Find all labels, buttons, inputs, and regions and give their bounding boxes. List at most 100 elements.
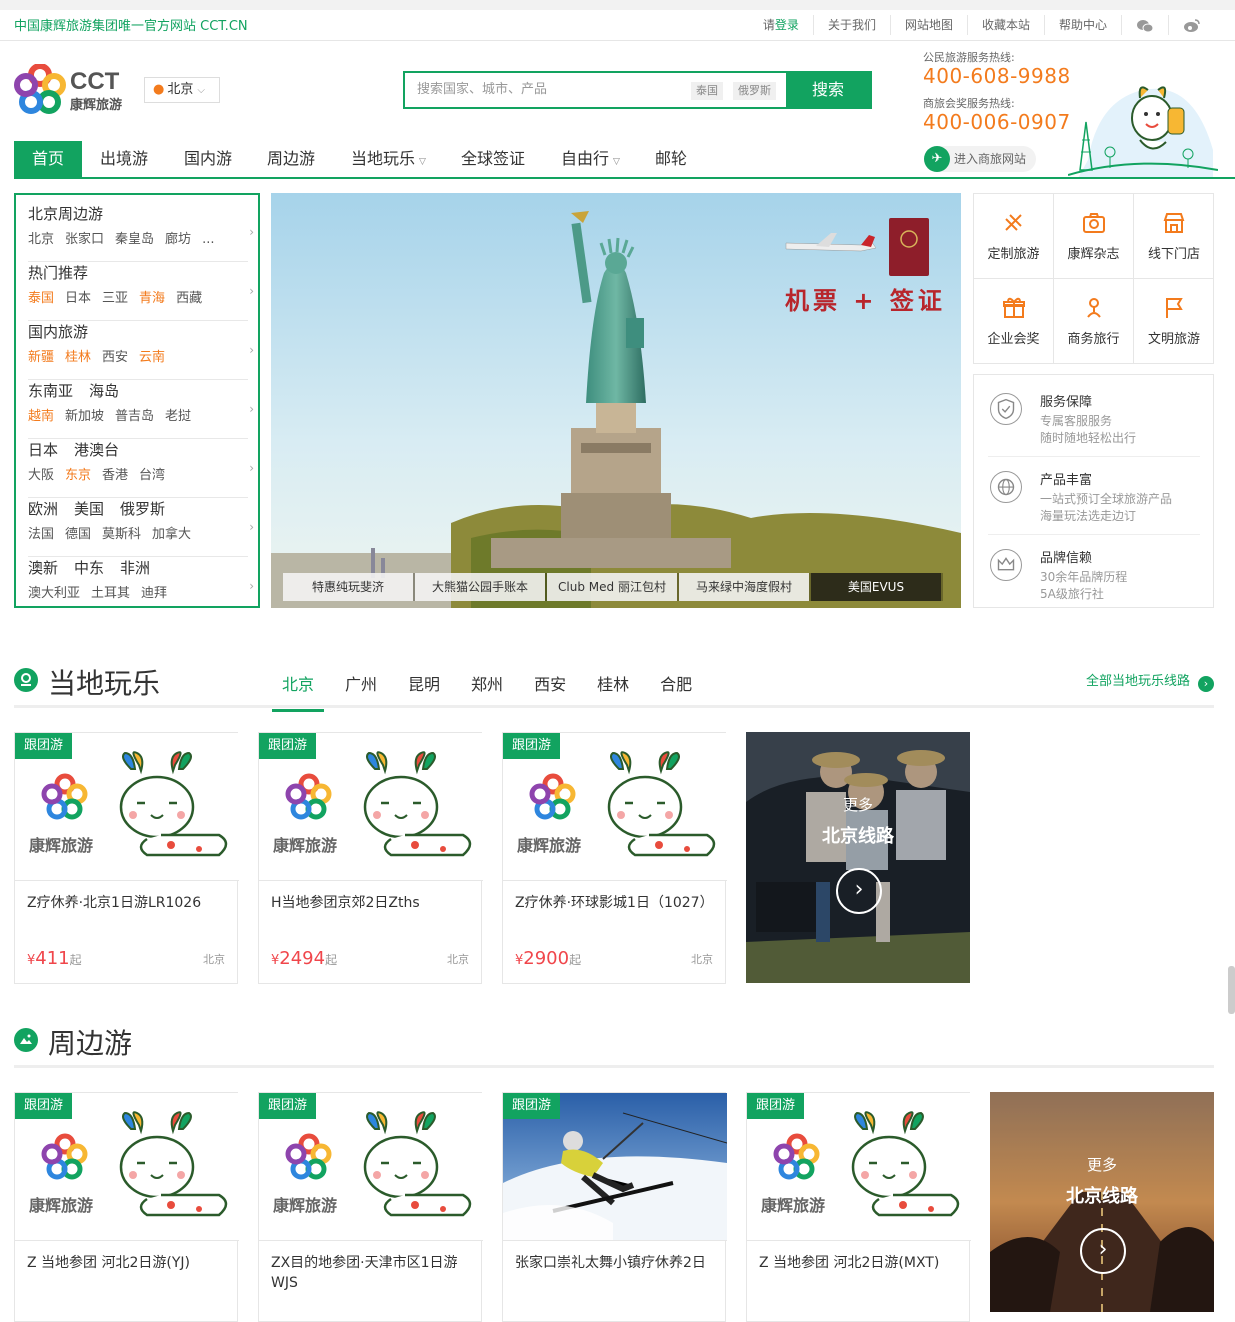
- product-name[interactable]: H当地参团京郊2日Zths: [259, 881, 481, 935]
- product-name[interactable]: Z疗休养·环球影城1日（1027）: [503, 881, 725, 935]
- product-card[interactable]: 康辉旅游 跟团游 Z疗休养·北京1日游LR1026 ¥411起 北京: [14, 732, 239, 984]
- product-card[interactable]: 跟团游 张家口崇礼太舞小镇疗休养2日: [502, 1092, 727, 1322]
- category-subitem[interactable]: 秦皇岛: [115, 232, 154, 247]
- banner-tab-active[interactable]: 美国EVUS: [811, 573, 941, 601]
- product-name[interactable]: 张家口崇礼太舞小镇疗休养2日: [503, 1241, 725, 1295]
- city-selector[interactable]: ● 北京 ⌵: [144, 77, 220, 103]
- chevron-right-icon[interactable]: ›: [1080, 1228, 1126, 1274]
- category-subitem[interactable]: 三亚: [102, 291, 128, 306]
- product-image[interactable]: 康辉旅游 跟团游: [15, 1093, 239, 1241]
- nav-domestic[interactable]: 国内游: [184, 141, 232, 177]
- category-subitem[interactable]: 西安: [102, 350, 128, 365]
- category-subitem[interactable]: 加拿大: [152, 527, 191, 542]
- product-name[interactable]: Z 当地参团 河北2日游(MXT): [747, 1241, 969, 1295]
- site-logo[interactable]: CCT 康辉旅游: [14, 63, 126, 116]
- category-subitem[interactable]: 廊坊: [165, 232, 191, 247]
- category-subitem[interactable]: 莫斯科: [102, 527, 141, 542]
- city-tab[interactable]: 桂林: [587, 664, 639, 712]
- category-title-text[interactable]: 热门推荐: [28, 264, 88, 282]
- category-subitem[interactable]: 澳大利亚: [28, 586, 80, 601]
- favorite-link[interactable]: 收藏本站: [966, 15, 1044, 35]
- chevron-right-icon[interactable]: ›: [836, 868, 882, 914]
- category-title-text[interactable]: 欧洲: [28, 500, 58, 518]
- category-title-text[interactable]: 北京周边游: [28, 205, 103, 223]
- search-input[interactable]: 搜索国家、城市、产品 泰国 俄罗斯: [405, 73, 786, 107]
- category-subitem[interactable]: 张家口: [65, 232, 104, 247]
- category-item[interactable]: 国内旅游 新疆 桂林 西安 云南 ›: [28, 321, 254, 380]
- city-tab[interactable]: 郑州: [461, 664, 513, 712]
- banner-tab[interactable]: 特惠纯玩斐济: [283, 573, 413, 601]
- category-subitem[interactable]: 老挝: [165, 409, 191, 424]
- product-card[interactable]: 康辉旅游 跟团游 ZX目的地参团·天津市区1日游WJS: [258, 1092, 483, 1322]
- banner-tab[interactable]: 大熊猫公园手账本: [415, 573, 545, 601]
- banner-tab[interactable]: Club Med 丽江包村: [547, 573, 677, 601]
- nav-home[interactable]: 首页: [14, 141, 83, 177]
- product-name[interactable]: Z疗休养·北京1日游LR1026: [15, 881, 237, 935]
- product-image[interactable]: 跟团游: [503, 1093, 727, 1241]
- category-item[interactable]: 澳新 中东 非洲 澳大利亚 土耳其 迪拜 ›: [28, 557, 254, 616]
- product-name[interactable]: ZX目的地参团·天津市区1日游WJS: [259, 1241, 481, 1295]
- category-title-text[interactable]: 俄罗斯: [120, 500, 165, 518]
- login-link[interactable]: 请登录: [749, 15, 813, 35]
- product-image[interactable]: 康辉旅游 跟团游: [259, 1093, 483, 1241]
- category-title-text[interactable]: 海岛: [89, 382, 119, 400]
- product-card[interactable]: 康辉旅游 跟团游 H当地参团京郊2日Zths ¥2494起 北京: [258, 732, 483, 984]
- wechat-icon[interactable]: [1121, 15, 1168, 35]
- city-tab[interactable]: 昆明: [398, 664, 450, 712]
- product-image[interactable]: 康辉旅游 跟团游: [747, 1093, 971, 1241]
- nav-local-fun[interactable]: 当地玩乐 ▽: [351, 141, 426, 177]
- city-tab[interactable]: 北京: [272, 664, 325, 712]
- search-tag[interactable]: 俄罗斯: [733, 82, 776, 100]
- about-link[interactable]: 关于我们: [812, 15, 890, 35]
- scrollbar-thumb[interactable]: [1228, 966, 1235, 1014]
- city-tab[interactable]: 合肥: [650, 664, 702, 712]
- product-image[interactable]: 康辉旅游 跟团游: [503, 733, 727, 881]
- category-subitem[interactable]: 云南: [139, 350, 165, 365]
- search-tag[interactable]: 泰国: [691, 82, 723, 100]
- service-item[interactable]: 线下门店: [1134, 194, 1214, 279]
- category-subitem[interactable]: 迪拜: [141, 586, 167, 601]
- product-card[interactable]: 康辉旅游 跟团游 Z 当地参团 河北2日游(MXT): [746, 1092, 971, 1322]
- category-subitem[interactable]: ...: [202, 232, 214, 247]
- category-title-text[interactable]: 澳新: [28, 559, 58, 577]
- nav-outbound[interactable]: 出境游: [100, 141, 148, 177]
- banner-tab[interactable]: 马来绿中海度假村: [679, 573, 809, 601]
- category-subitem[interactable]: 桂林: [65, 350, 91, 365]
- category-title-text[interactable]: 日本: [28, 441, 58, 459]
- nav-cruise[interactable]: 邮轮: [655, 141, 687, 177]
- search-button[interactable]: 搜索: [786, 73, 870, 107]
- category-subitem[interactable]: 普吉岛: [115, 409, 154, 424]
- category-subitem[interactable]: 西藏: [176, 291, 202, 306]
- category-subitem[interactable]: 北京: [28, 232, 54, 247]
- help-link[interactable]: 帮助中心: [1043, 15, 1121, 35]
- service-item[interactable]: 康辉杂志: [1054, 194, 1134, 279]
- category-subitem[interactable]: 新加坡: [65, 409, 104, 424]
- category-item[interactable]: 欧洲 美国 俄罗斯 法国 德国 莫斯科 加拿大 ›: [28, 498, 254, 557]
- weibo-icon[interactable]: [1168, 15, 1215, 35]
- category-subitem[interactable]: 法国: [28, 527, 54, 542]
- category-subitem[interactable]: 德国: [65, 527, 91, 542]
- category-item[interactable]: 热门推荐 泰国 日本 三亚 青海 西藏 ›: [28, 262, 254, 321]
- city-tab[interactable]: 西安: [524, 664, 576, 712]
- category-title-text[interactable]: 国内旅游: [28, 323, 88, 341]
- all-local-lines-link[interactable]: 全部当地玩乐线路 ›: [1086, 670, 1214, 692]
- category-subitem[interactable]: 越南: [28, 409, 54, 424]
- category-item[interactable]: 东南亚 海岛 越南 新加坡 普吉岛 老挝 ›: [28, 380, 254, 439]
- nav-nearby[interactable]: 周边游: [267, 141, 315, 177]
- category-title-text[interactable]: 中东: [74, 559, 104, 577]
- category-title-text[interactable]: 港澳台: [74, 441, 119, 459]
- product-name[interactable]: Z 当地参团 河北2日游(YJ): [15, 1241, 237, 1295]
- more-beijing-lines-card[interactable]: 更多 北京线路 ›: [990, 1092, 1214, 1312]
- category-title-text[interactable]: 东南亚: [28, 382, 73, 400]
- category-subitem[interactable]: 香港: [102, 468, 128, 483]
- category-title-text[interactable]: 非洲: [120, 559, 150, 577]
- category-subitem[interactable]: 大阪: [28, 468, 54, 483]
- category-subitem[interactable]: 台湾: [139, 468, 165, 483]
- category-title-text[interactable]: 美国: [74, 500, 104, 518]
- category-subitem[interactable]: 东京: [65, 468, 91, 483]
- service-item[interactable]: 企业会奖: [974, 279, 1054, 364]
- more-beijing-lines-card[interactable]: 更多 北京线路 ›: [746, 732, 970, 983]
- service-item[interactable]: 定制旅游: [974, 194, 1054, 279]
- category-subitem[interactable]: 土耳其: [91, 586, 130, 601]
- category-item[interactable]: 北京周边游 北京 张家口 秦皇岛 廊坊... ›: [28, 203, 254, 262]
